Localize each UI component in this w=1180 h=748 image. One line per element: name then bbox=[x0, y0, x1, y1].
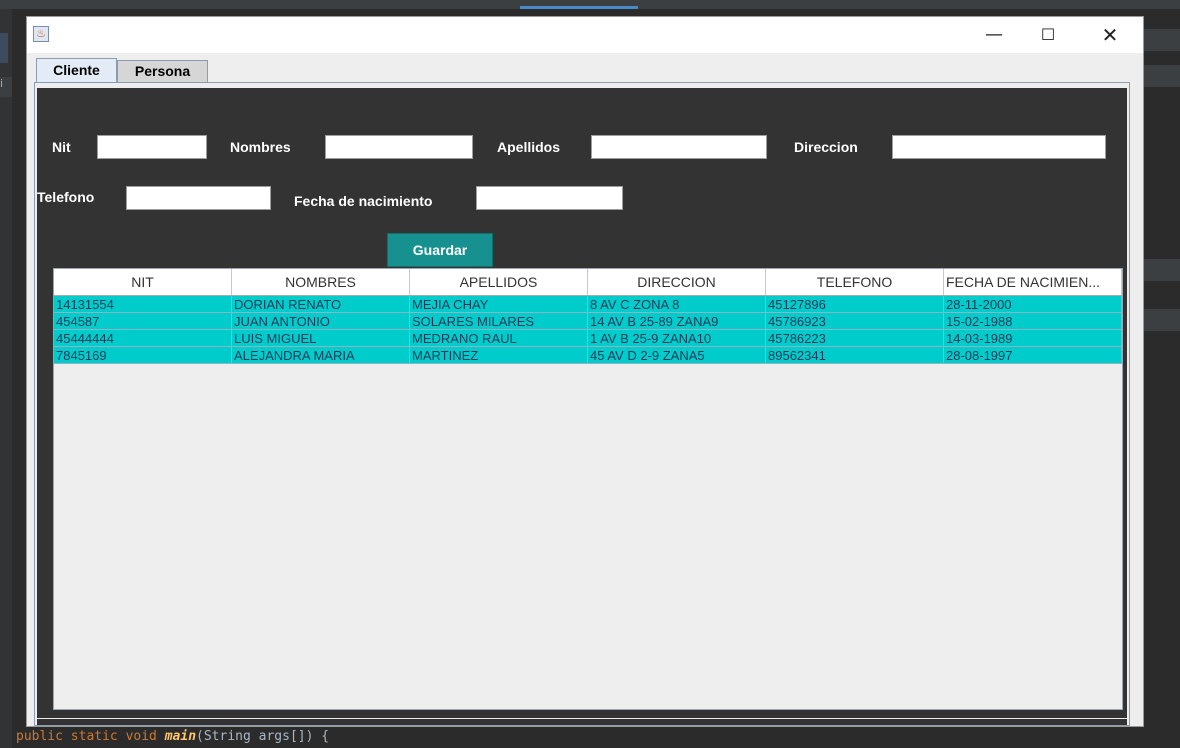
java-app-icon: ♨ bbox=[33, 26, 49, 42]
ide-gutter-marker bbox=[0, 33, 8, 63]
panel-bottom-strip bbox=[37, 719, 1127, 725]
table-row[interactable]: 7845169 ALEJANDRA MARIA MARTINEZ 45 AV D… bbox=[54, 347, 1122, 364]
table-row[interactable]: 45444444 LUIS MIGUEL MEDRANO RAUL 1 AV B… bbox=[54, 330, 1122, 347]
column-header-nit[interactable]: NIT bbox=[54, 269, 232, 295]
cell-nombres[interactable]: JUAN ANTONIO bbox=[232, 313, 410, 330]
column-header-fecha[interactable]: FECHA DE NACIMIEN... bbox=[944, 269, 1122, 295]
cell-nit[interactable]: 14131554 bbox=[54, 296, 232, 313]
cell-apellidos[interactable]: MEJIA CHAY bbox=[410, 296, 588, 313]
code-keywords: public static void bbox=[16, 729, 157, 744]
table-header: NIT NOMBRES APELLIDOS DIRECCION TELEFONO… bbox=[54, 269, 1122, 296]
cell-nombres[interactable]: ALEJANDRA MARIA bbox=[232, 347, 410, 364]
cell-fecha[interactable]: 15-02-1988 bbox=[944, 313, 1122, 330]
cell-nit[interactable]: 7845169 bbox=[54, 347, 232, 364]
ide-code-line: public static void main(String args[]) { bbox=[16, 726, 1144, 748]
column-header-apellidos[interactable]: APELLIDOS bbox=[410, 269, 588, 295]
cell-nit[interactable]: 454587 bbox=[54, 313, 232, 330]
clientes-table[interactable]: NIT NOMBRES APELLIDOS DIRECCION TELEFONO… bbox=[53, 268, 1123, 710]
cell-fecha[interactable]: 28-11-2000 bbox=[944, 296, 1122, 313]
apellidos-label: Apellidos bbox=[497, 139, 561, 155]
telefono-label: Telefono bbox=[37, 189, 95, 205]
code-method: main bbox=[164, 729, 197, 744]
nit-label: Nit bbox=[52, 139, 71, 155]
table-row[interactable]: 454587 JUAN ANTONIO SOLARES MILARES 14 A… bbox=[54, 313, 1122, 330]
ide-gutter-text: i bbox=[0, 77, 12, 97]
cell-apellidos[interactable]: MARTINEZ bbox=[410, 347, 588, 364]
cell-telefono[interactable]: 45127896 bbox=[766, 296, 944, 313]
maximize-button[interactable]: ☐ bbox=[1025, 17, 1071, 53]
cell-direccion[interactable]: 1 AV B 25-9 ZANA10 bbox=[588, 330, 766, 347]
app-window: ♨ — ☐ ✕ Cliente Persona Nit Nombres Apel… bbox=[26, 16, 1144, 727]
fecha-nacimiento-field[interactable] bbox=[476, 186, 623, 210]
ide-right-pane bbox=[1144, 9, 1180, 748]
nombres-field[interactable] bbox=[325, 135, 473, 159]
ide-right-band bbox=[1144, 259, 1180, 281]
table-row[interactable]: 14131554 DORIAN RENATO MEJIA CHAY 8 AV C… bbox=[54, 296, 1122, 313]
column-header-telefono[interactable]: TELEFONO bbox=[766, 269, 944, 295]
ide-right-band bbox=[1144, 29, 1180, 51]
cell-apellidos[interactable]: MEDRANO RAUL bbox=[410, 330, 588, 347]
close-button[interactable]: ✕ bbox=[1087, 17, 1133, 53]
column-header-direccion[interactable]: DIRECCION bbox=[588, 269, 766, 295]
column-header-nombres[interactable]: NOMBRES bbox=[232, 269, 410, 295]
telefono-field[interactable] bbox=[126, 186, 271, 210]
cell-fecha[interactable]: 28-08-1997 bbox=[944, 347, 1122, 364]
cell-direccion[interactable]: 8 AV C ZONA 8 bbox=[588, 296, 766, 313]
cell-direccion[interactable]: 14 AV B 25-89 ZANA9 bbox=[588, 313, 766, 330]
title-bar[interactable]: ♨ — ☐ ✕ bbox=[27, 17, 1143, 53]
nombres-label: Nombres bbox=[230, 139, 291, 155]
cell-fecha[interactable]: 14-03-1989 bbox=[944, 330, 1122, 347]
ide-gutter: i bbox=[0, 9, 12, 748]
code-rest: (String args[]) { bbox=[196, 729, 330, 744]
direccion-field[interactable] bbox=[892, 135, 1106, 159]
cell-apellidos[interactable]: SOLARES MILARES bbox=[410, 313, 588, 330]
ide-tab-indicator bbox=[520, 6, 638, 9]
ide-right-band bbox=[1144, 309, 1180, 331]
fecha-nacimiento-label: Fecha de nacimiento bbox=[294, 193, 433, 209]
guardar-button[interactable]: Guardar bbox=[387, 233, 493, 267]
cell-direccion[interactable]: 45 AV D 2-9 ZANA5 bbox=[588, 347, 766, 364]
ide-right-band bbox=[1144, 65, 1180, 87]
cell-telefono[interactable]: 89562341 bbox=[766, 347, 944, 364]
form-panel: Nit Nombres Apellidos Direccion Telefono… bbox=[37, 88, 1127, 718]
tab-persona[interactable]: Persona bbox=[117, 60, 208, 82]
cliente-tab-panel: Nit Nombres Apellidos Direccion Telefono… bbox=[34, 82, 1130, 726]
ide-top-bar bbox=[0, 0, 1180, 9]
cell-telefono[interactable]: 45786223 bbox=[766, 330, 944, 347]
nit-field[interactable] bbox=[97, 135, 207, 159]
cell-nombres[interactable]: DORIAN RENATO bbox=[232, 296, 410, 313]
cell-telefono[interactable]: 45786923 bbox=[766, 313, 944, 330]
tab-cliente[interactable]: Cliente bbox=[36, 58, 117, 83]
cell-nit[interactable]: 45444444 bbox=[54, 330, 232, 347]
direccion-label: Direccion bbox=[794, 139, 858, 155]
cell-nombres[interactable]: LUIS MIGUEL bbox=[232, 330, 410, 347]
apellidos-field[interactable] bbox=[591, 135, 767, 159]
minimize-button[interactable]: — bbox=[971, 17, 1017, 53]
